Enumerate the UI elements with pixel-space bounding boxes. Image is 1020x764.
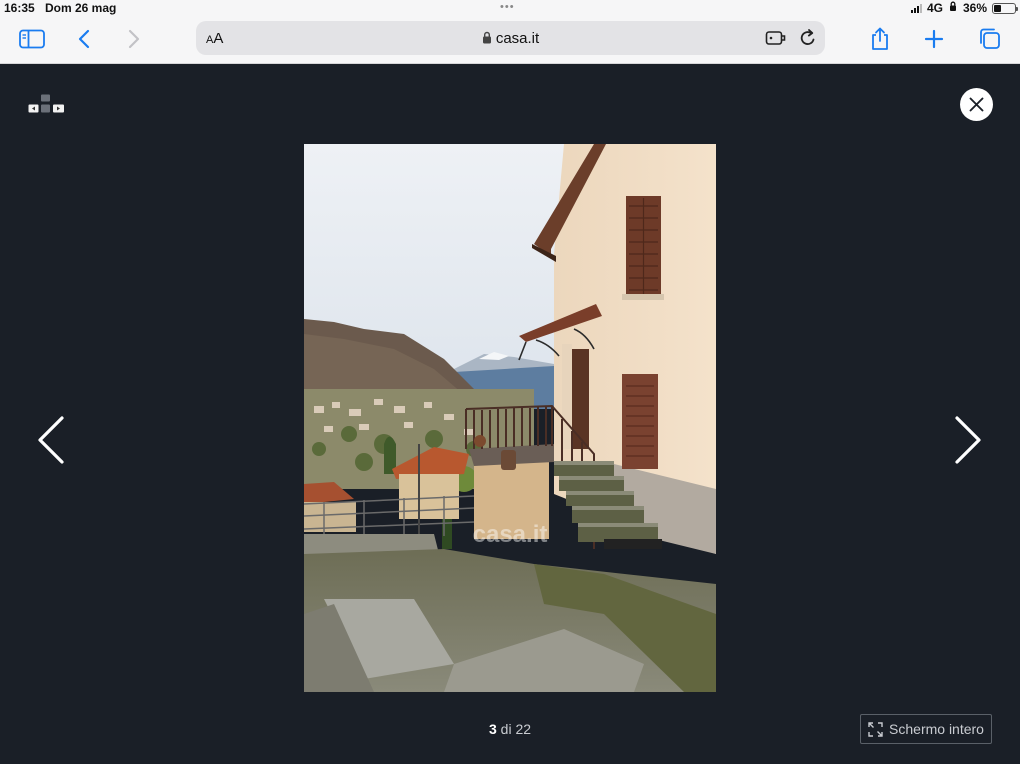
sidebar-toggle-button[interactable] xyxy=(16,24,48,54)
battery-icon xyxy=(992,2,1018,14)
chevron-left-icon xyxy=(38,416,64,464)
browser-toolbar: AA casa.it xyxy=(0,16,1020,64)
close-button[interactable] xyxy=(960,88,993,121)
grid-icon xyxy=(28,94,64,113)
plus-icon xyxy=(924,29,944,49)
lock-icon xyxy=(482,31,491,44)
thumbnail-grid-button[interactable] xyxy=(28,94,65,120)
chevron-right-icon xyxy=(128,29,140,49)
new-tab-button[interactable] xyxy=(918,24,950,54)
counter-total: 22 xyxy=(515,721,532,737)
sidebar-icon xyxy=(19,29,45,49)
status-indicators: 4G 36% xyxy=(910,1,1018,15)
address-bar[interactable]: AA casa.it xyxy=(196,21,825,55)
back-button[interactable] xyxy=(68,24,100,54)
next-photo-button[interactable] xyxy=(953,415,983,470)
orientation-lock-icon xyxy=(948,1,958,15)
extension-icon[interactable] xyxy=(765,29,787,52)
multitasking-dots-icon[interactable]: ••• xyxy=(500,2,515,13)
fullscreen-button[interactable]: Schermo intero xyxy=(860,714,992,744)
chevron-right-icon xyxy=(955,416,981,464)
battery-percent: 36% xyxy=(962,1,987,15)
status-bar: 16:35 Dom 26 mag ••• 4G 36% xyxy=(0,0,1020,16)
photo-viewer: casa.it 3 di 22 Schermo intero xyxy=(0,65,1020,764)
chevron-left-icon xyxy=(78,29,90,49)
cellular-signal-icon xyxy=(910,3,922,13)
share-button[interactable] xyxy=(864,24,896,54)
status-time: 16:35 xyxy=(4,1,35,15)
tabs-icon xyxy=(980,28,1000,49)
counter-separator: di xyxy=(496,721,516,737)
share-icon xyxy=(872,27,888,50)
property-photo-image: casa.it xyxy=(304,144,716,692)
forward-button[interactable] xyxy=(118,24,150,54)
previous-photo-button[interactable] xyxy=(36,415,66,470)
close-icon xyxy=(969,97,984,112)
counter-current: 3 xyxy=(488,721,497,737)
status-date: Dom 26 mag xyxy=(45,1,117,15)
property-photo: casa.it xyxy=(304,144,716,692)
network-type: 4G xyxy=(926,1,943,15)
tabs-overview-button[interactable] xyxy=(974,24,1006,54)
expand-icon xyxy=(868,721,883,737)
fullscreen-label: Schermo intero xyxy=(889,721,984,737)
url-display[interactable]: casa.it xyxy=(196,30,825,47)
photo-watermark: casa.it xyxy=(473,521,548,548)
reload-icon[interactable] xyxy=(799,28,817,53)
